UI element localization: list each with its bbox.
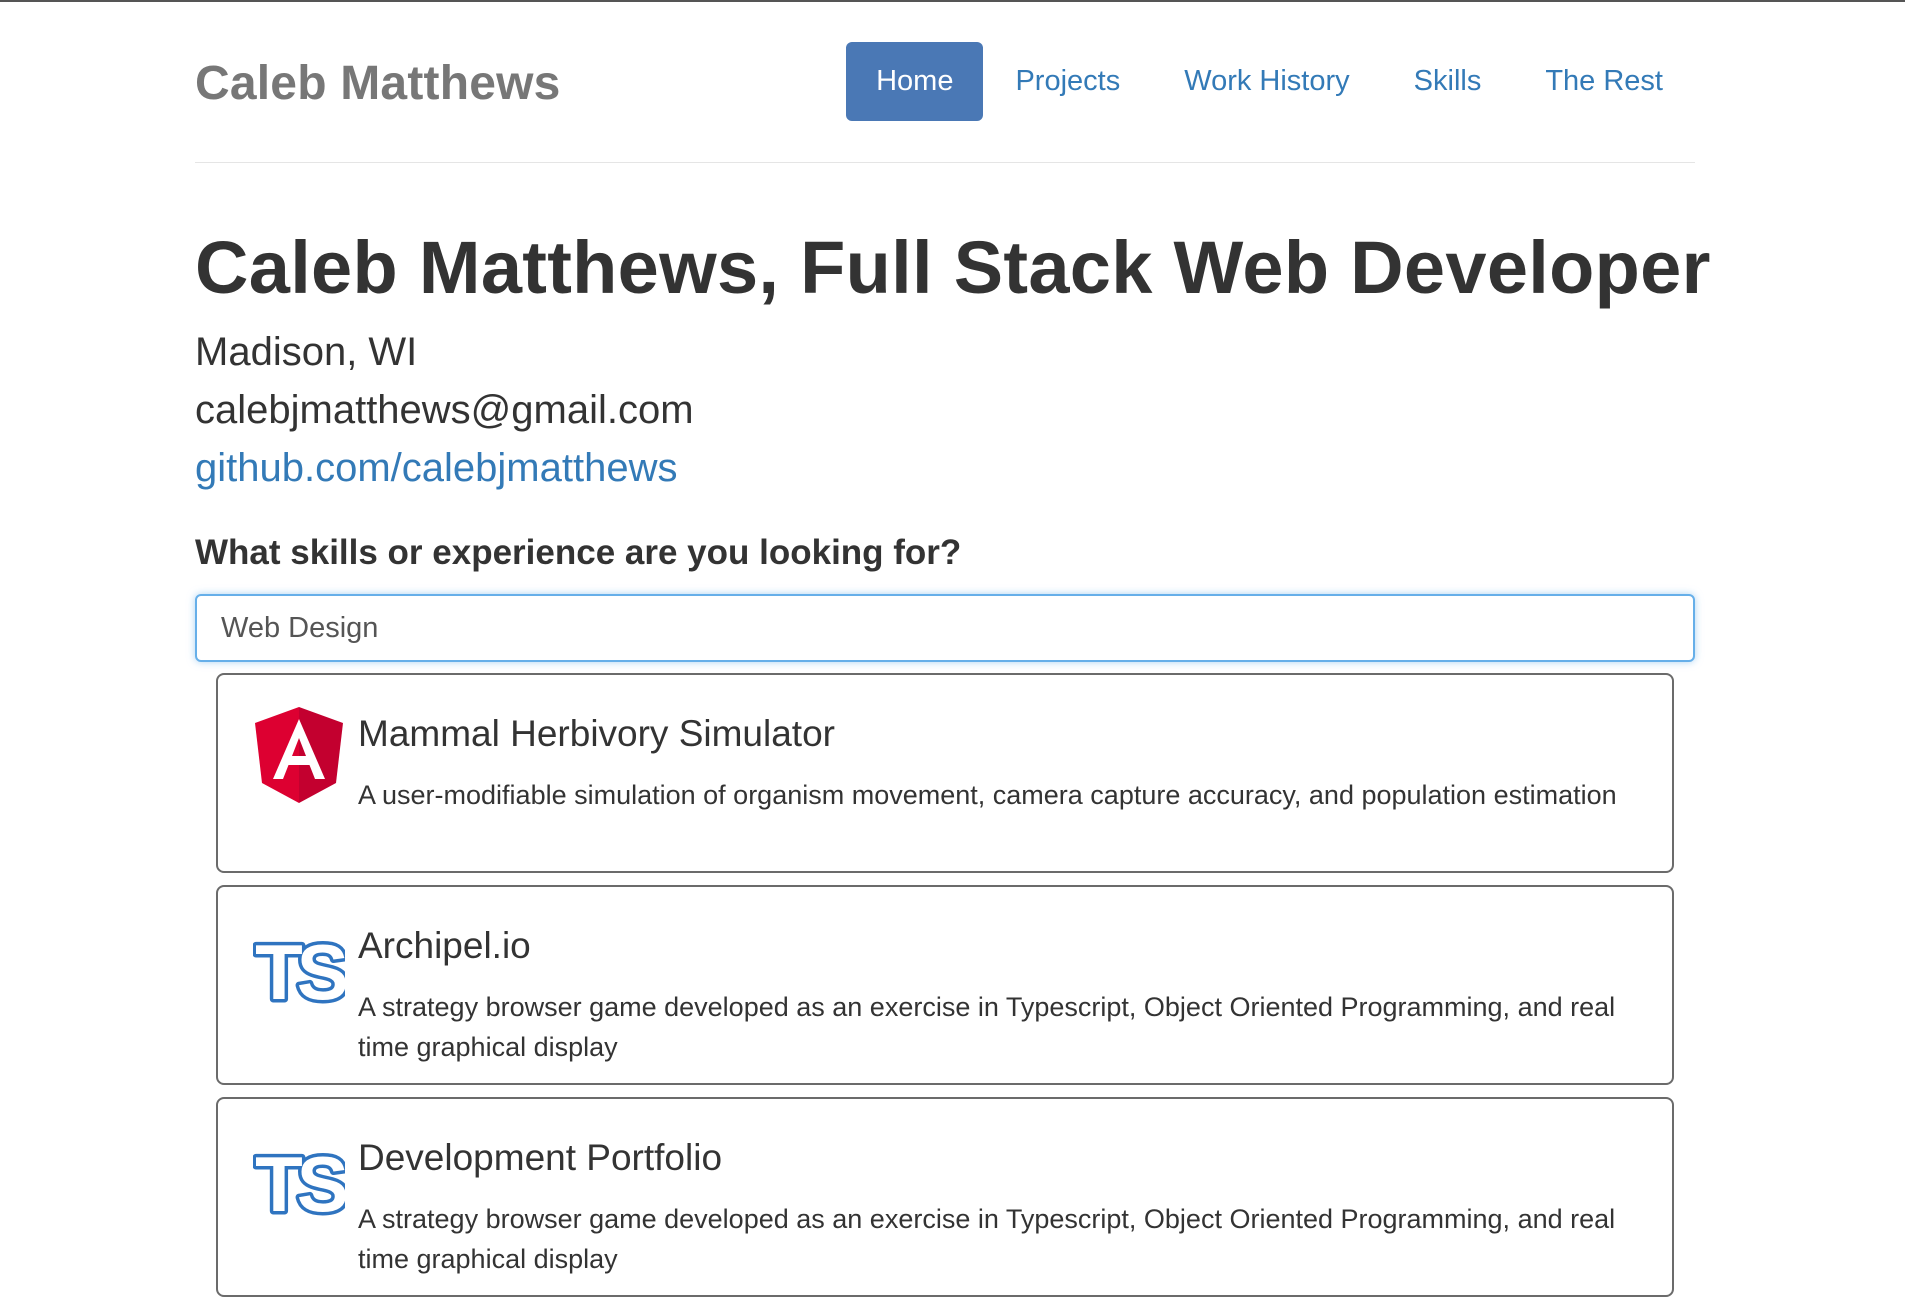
site-header: Caleb Matthews Home Projects Work Histor… [195,0,1695,163]
nav-work-history[interactable]: Work History [1152,42,1381,121]
result-description: A user-modifiable simulation of organism… [358,780,1617,810]
nav-projects[interactable]: Projects [983,42,1152,121]
location-text: Madison, WI [195,330,418,374]
svg-text:TS: TS [255,1140,345,1228]
nav-home[interactable]: Home [846,42,984,121]
typescript-icon: TS [253,1137,345,1230]
typescript-icon: TS [253,925,345,1018]
nav-the-rest[interactable]: The Rest [1513,42,1695,121]
result-card[interactable]: Mammal Herbivory Simulator A user-modifi… [216,673,1674,873]
result-card[interactable]: TS Archipel.io A strategy browser game d… [216,885,1674,1085]
page-container: Caleb Matthews Home Projects Work Histor… [195,0,1710,1297]
svg-text:TS: TS [255,928,345,1016]
result-title[interactable]: Archipel.io [358,925,531,967]
skills-search-input[interactable] [195,594,1695,662]
page-title: Caleb Matthews, Full Stack Web Developer [195,226,1711,309]
search-question: What skills or experience are you lookin… [195,533,962,572]
result-description: A strategy browser game developed as an … [358,992,1616,1062]
main-nav: Home Projects Work History Skills The Re… [846,42,1695,121]
result-card[interactable]: TS Development Portfolio A strategy brow… [216,1097,1674,1297]
email-text: calebjmatthews@gmail.com [195,388,694,432]
nav-skills[interactable]: Skills [1382,42,1514,121]
result-title[interactable]: Development Portfolio [358,1137,722,1179]
angular-icon [255,707,343,803]
brand-name[interactable]: Caleb Matthews [195,56,561,111]
result-description: A strategy browser game developed as an … [358,1204,1616,1274]
github-link[interactable]: github.com/calebjmatthews [195,446,677,491]
result-title[interactable]: Mammal Herbivory Simulator [358,713,835,755]
